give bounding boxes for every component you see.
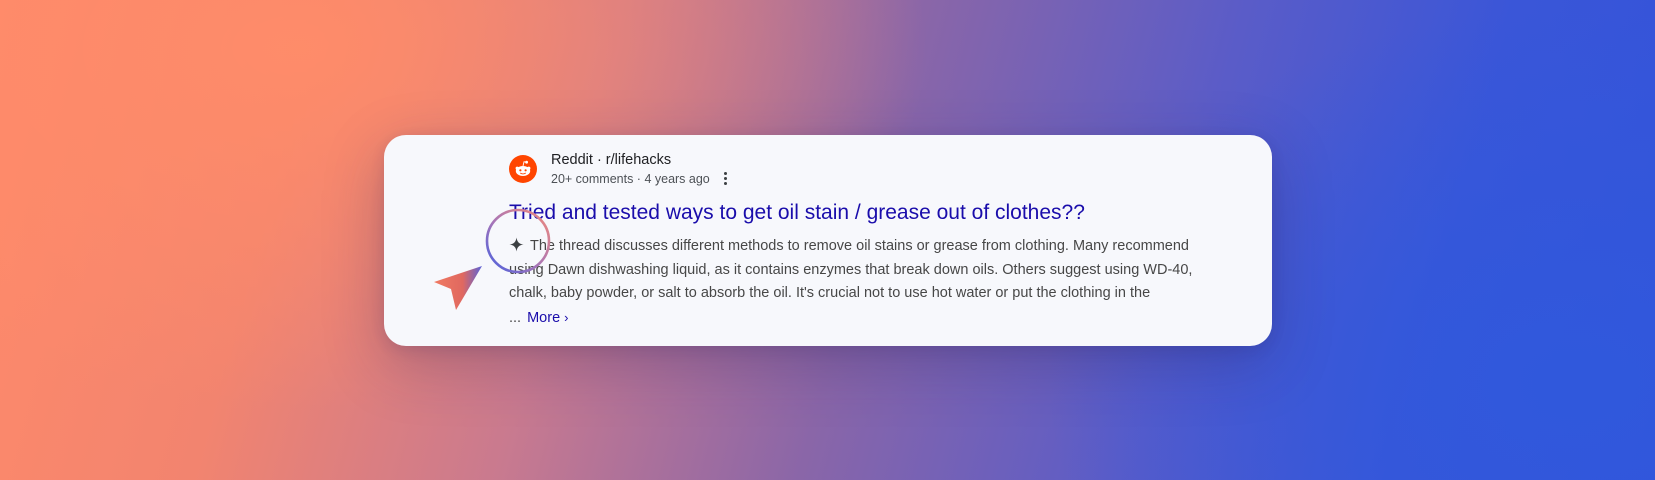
snippet-text: The thread discusses different methods t… [509, 238, 1193, 326]
reddit-icon [509, 155, 537, 183]
sparkle-icon [509, 237, 524, 252]
result-title-link[interactable]: Tried and tested ways to get oil stain /… [509, 199, 1209, 227]
result-site-name: Reddit · r/lifehacks [551, 151, 672, 168]
result-meta: 20+ comments · 4 years ago [551, 171, 710, 186]
result-source-text: Reddit · r/lifehacks 20+ comments · 4 ye… [551, 151, 734, 188]
more-link-label: More [527, 309, 561, 326]
result-source-row[interactable]: Reddit · r/lifehacks 20+ comments · 4 ye… [509, 149, 1209, 189]
search-result-card: Reddit · r/lifehacks 20+ comments · 4 ye… [384, 135, 1272, 346]
chevron-right-icon: › [564, 309, 569, 325]
result-meta-row: 20+ comments · 4 years ago [551, 170, 734, 188]
search-result: Reddit · r/lifehacks 20+ comments · 4 ye… [509, 149, 1209, 330]
more-link[interactable]: More › [527, 310, 568, 326]
more-vert-icon[interactable] [718, 170, 734, 188]
ai-summary-snippet: The thread discusses different methods t… [509, 235, 1209, 330]
